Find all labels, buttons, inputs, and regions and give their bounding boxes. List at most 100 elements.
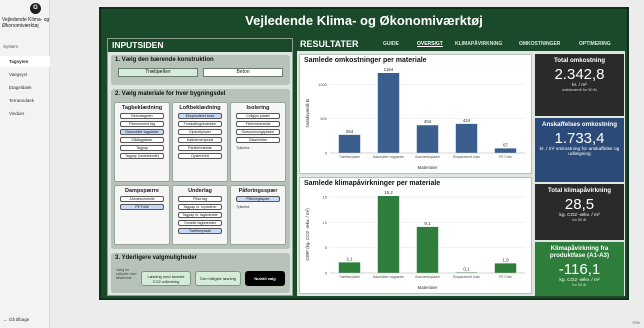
slicer-title: Underlag (188, 188, 212, 194)
slicer-option[interactable]: Tagpap (vedvarende) (120, 153, 164, 159)
x-tick-label: Naturskifer tagplader (373, 155, 405, 159)
structure-option-traebjaelker[interactable]: Træbjælker (118, 68, 198, 77)
x-tick-label: Træfiberplade (339, 155, 360, 159)
x-tick-label: Træfiberplade (339, 275, 360, 279)
slicer-option[interactable]: Pantlerbrædde (178, 145, 222, 151)
slicer-option[interactable]: Aluminiumsfolie (120, 196, 164, 202)
data-label: 404 (424, 119, 432, 124)
kpi-sub: nutidsværdi for 50 år (562, 88, 597, 92)
slicer-option[interactable]: PE Folie (120, 204, 164, 210)
x-tick-label: Ekspanderet koks (453, 275, 480, 279)
cheapest-solution-button[interactable]: Den billigste løsning (195, 271, 241, 286)
data-label: 15,2 (384, 190, 393, 195)
x-tick-label: Glasmeldsplader (415, 275, 441, 279)
tab-optimering[interactable]: OPTIMERING (579, 38, 611, 51)
slicer-option[interactable]: Ståltagplader (120, 137, 164, 143)
tab-guide[interactable]: GUIDE (383, 38, 399, 51)
nav-item-vaegsyst[interactable]: Vaegsyst (0, 69, 50, 80)
data-label: 1164 (384, 67, 394, 72)
back-button[interactable]: ← Gå tilbage (3, 317, 29, 322)
kpi-unit: kr. / m² omkostning for anskaffelse og u… (539, 147, 620, 157)
slicer-option[interactable]: Ekspanderet koks (178, 113, 222, 119)
y-tick-label: 0 (325, 151, 328, 156)
slicer-option[interactable]: Pillar-lag (178, 196, 222, 202)
slicer-option[interactable]: Kalkcementpuds (178, 137, 222, 143)
bar (455, 123, 478, 153)
slicer-tagbeklaedning: Tagbeklædning Betontagsten Fibercement t… (114, 102, 170, 182)
slicer-loftbeklaedning: Loftbeklædning Ekspanderet koks Forskall… (172, 102, 228, 182)
slicer-option[interactable]: Gipsloftplader (178, 129, 222, 135)
slicer-dampspaerre: Dampspærre Aluminiumsfolie PE Folie (114, 185, 170, 245)
climate-bar-chart: 0 5 10 15 GWP (kg. CO2 -ækv. / m²) 2,1 Træfibe… (305, 190, 525, 290)
kpi-sub: for 50 år (572, 283, 587, 287)
slicer-option[interactable]: Træfiberplade (178, 228, 222, 234)
nav-item-tagsyten[interactable]: Tagsyten (0, 56, 50, 67)
slicer-title: Tagbeklædning (121, 105, 163, 111)
slicer-option[interactable]: Glasroekningspiader (236, 129, 280, 135)
slicer-option[interactable]: Tagpap m. krydsfiner (178, 204, 222, 210)
y-tick-label: 5 (325, 245, 328, 250)
x-tick-label: Naturskifer tagplader (373, 275, 405, 279)
bar (494, 263, 517, 273)
slicer-title: Loftbeklædning (179, 105, 221, 111)
slicer-option[interactable]: Fibermineraluld (236, 121, 280, 127)
kpi-acquisition-cost: Anskaffelses omkostning 1.733,4 kr. / m²… (535, 118, 624, 182)
step3-note: Vælg en udbyder med tilhørende (116, 268, 137, 280)
data-label: 0,1 (463, 266, 470, 271)
step1-title: 1. Vælg den bærende konstruktion (115, 57, 214, 63)
zoom-level[interactable]: 70% (632, 320, 640, 325)
kpi-sub: for 50 år (572, 218, 587, 222)
slicer-option[interactable]: Tagpap (120, 145, 164, 151)
slicer-option[interactable]: Cellgips plader (236, 113, 280, 119)
kpi-total-cost: Total omkostning 2.342,8 kr. / m² nutids… (535, 54, 624, 116)
data-label: 2,1 (346, 256, 353, 261)
bar (377, 196, 400, 273)
slicer-isolering: Isolering Cellgips plader Fibermineralul… (230, 102, 286, 182)
report-canvas: Vejledende Klima- og Økonomiværktøj INPU… (99, 7, 629, 300)
slicer-option[interactable]: Fibercement tag (120, 121, 164, 127)
reset-button[interactable]: Nulstil valg (245, 271, 285, 286)
nav-item-vinduer[interactable]: Vinduer (0, 108, 50, 119)
nav-section-label: System (3, 44, 19, 49)
slicer-option[interactable]: Tagpap m. tagbrædde (178, 212, 222, 218)
kpi-value: 2.342,8 (554, 66, 605, 83)
results-header: RESULTATER GUIDE OVERSIGT KLIMAPÅVIRKNIN… (297, 38, 625, 51)
lowest-co2-button[interactable]: Løsning med laveste CO2 udledning (141, 271, 191, 286)
data-label: 1,9 (502, 257, 509, 262)
step3-box: 3. Yderligere valgmuligheder Vælg en udb… (111, 253, 290, 293)
thickness-label: Tykkelse (236, 146, 250, 150)
y-tick-label: 0 (325, 271, 328, 276)
slicer-option[interactable]: Forskallingsbrædder (178, 121, 222, 127)
kpi-title: Total klimapåvirkning (547, 187, 612, 194)
slicer-option[interactable]: Glasmelder (236, 137, 280, 143)
tab-oversigt[interactable]: OVERSIGT (417, 38, 443, 51)
step2-box: 2. Vælg materiale for hver bygningsdel T… (111, 89, 290, 249)
climate-chart-card: Samlede klimapåvirkninger per materiale … (299, 177, 532, 294)
nav-item-terraendaek[interactable]: Terraendaek (0, 95, 50, 106)
data-label: 67 (503, 142, 509, 147)
step3-title: 3. Yderligere valgmuligheder (115, 255, 197, 261)
slicer-title: Isolering (246, 105, 270, 111)
slicer-option[interactable]: Tomidte tagbrædder (178, 220, 222, 226)
tab-klimapaavirkning[interactable]: KLIMAPÅVIRKNING (455, 38, 502, 51)
y-tick-label: 500 (320, 116, 327, 121)
slicer-option[interactable]: Dysterbrett (178, 153, 222, 159)
x-tick-label: Ekspanderet koks (453, 155, 480, 159)
slicer-option[interactable]: Påforingsspær (236, 196, 280, 202)
app-logo: G (30, 3, 41, 14)
slicer-option[interactable]: Betontagsten (120, 113, 164, 119)
y-tick-label: 10 (323, 220, 328, 225)
nav-item-etageldaek[interactable]: Etageldaek (0, 82, 50, 93)
tab-omkostninger[interactable]: OMKOSTNINGER (519, 38, 560, 51)
x-axis-label: Materialer (417, 285, 438, 290)
data-label: 9,1 (424, 221, 431, 226)
cost-chart-card: Samlede omkostninger per materiale 0 500 1… (299, 54, 532, 174)
slicer-option[interactable]: Naturskifer tagplader (120, 129, 164, 135)
bar (416, 125, 439, 153)
y-tick-label: 1000 (318, 82, 328, 87)
y-tick-label: 15 (323, 195, 328, 200)
back-label: Gå tilbage (8, 317, 30, 322)
kpi-product-phase-climate: Klimapåvirkning fra produktfase (A1-A3) … (535, 242, 624, 296)
kpi-total-climate: Total klimapåvirkning 28,5 kg. CO2 -ækv.… (535, 184, 624, 240)
structure-option-beton[interactable]: Beton (203, 68, 283, 77)
